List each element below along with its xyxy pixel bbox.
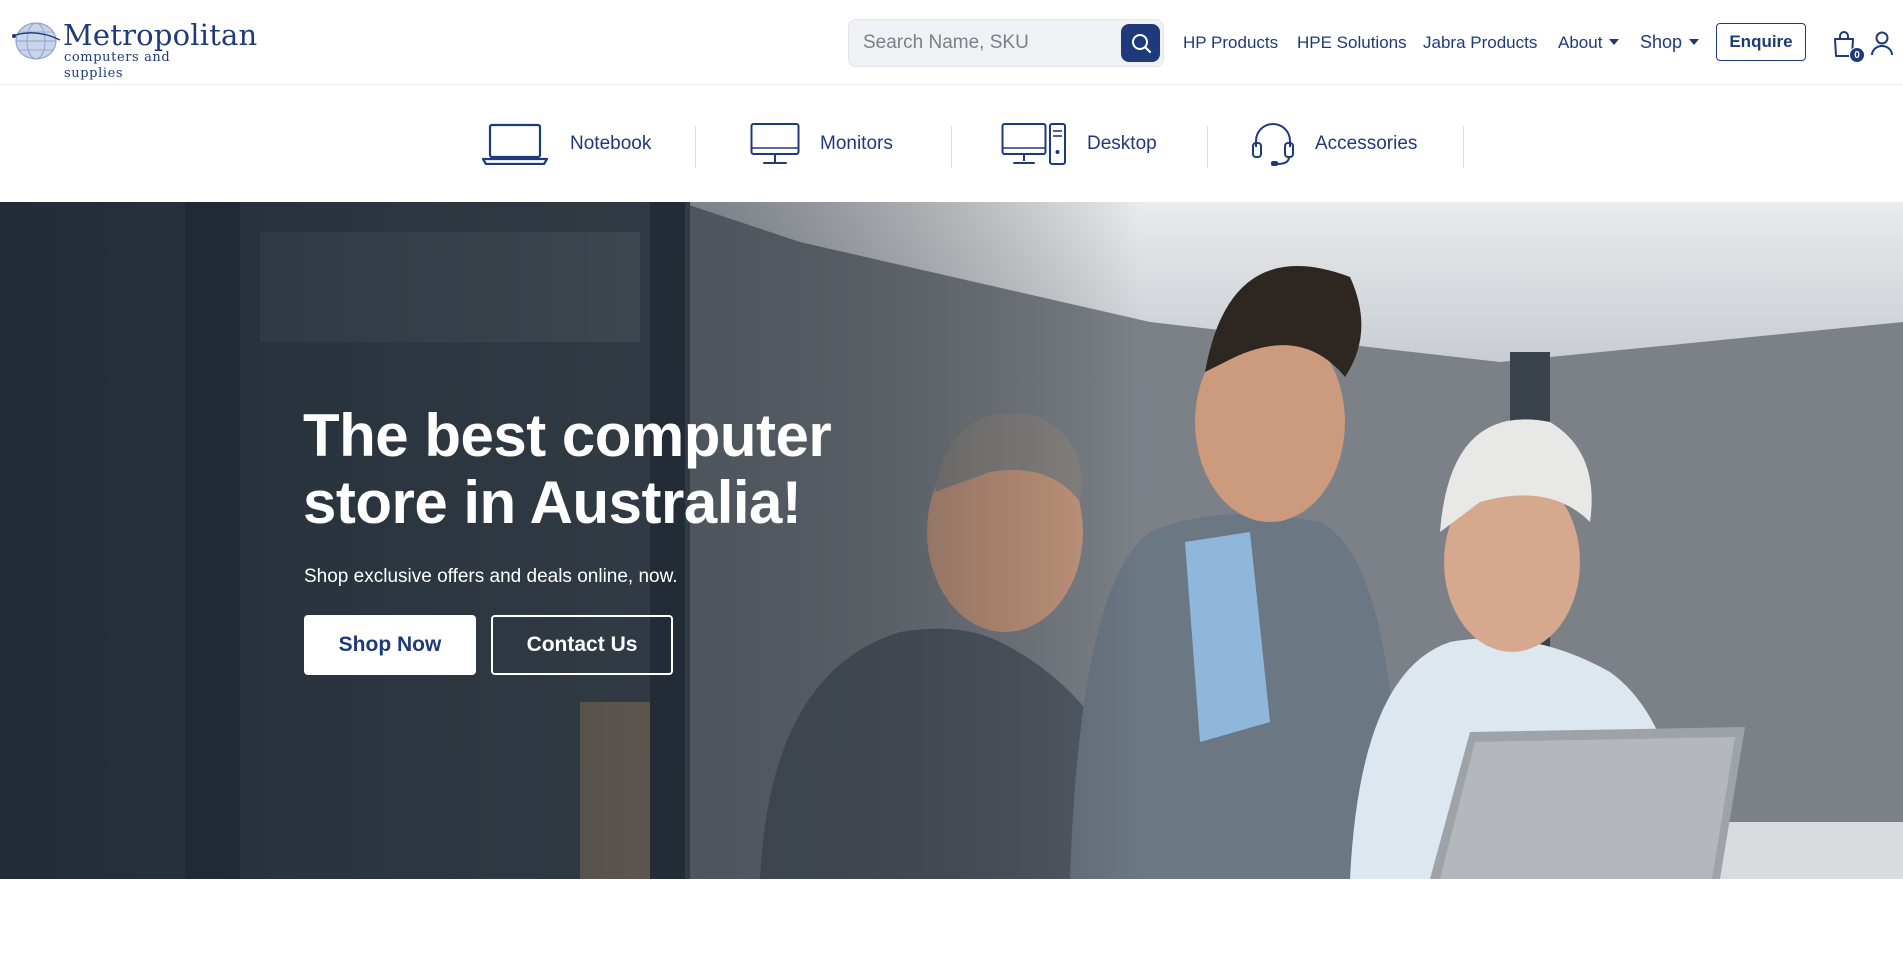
nav-about-dropdown[interactable]: About	[1558, 30, 1620, 56]
search-button[interactable]	[1121, 24, 1160, 62]
nav-shop-dropdown[interactable]: Shop	[1640, 29, 1700, 55]
category-desktop[interactable]: Desktop	[1001, 86, 1157, 202]
nav-about-label: About	[1558, 33, 1603, 52]
hero-title-line-2: store in Australia!	[303, 469, 802, 536]
search-input[interactable]	[863, 20, 1113, 66]
category-divider	[1207, 126, 1208, 168]
logo-wordmark: Metropolitan	[63, 18, 258, 52]
contact-us-button[interactable]: Contact Us	[491, 615, 673, 675]
category-bar: Notebook Monitors Desktop Accessories	[0, 86, 1903, 202]
nav-hpe-solutions[interactable]: HPE Solutions	[1297, 30, 1407, 56]
hero-photo	[0, 202, 1903, 879]
category-divider	[695, 126, 696, 168]
logo-tagline: computers and supplies	[64, 50, 171, 81]
enquire-button[interactable]: Enquire	[1716, 23, 1806, 61]
category-notebook[interactable]: Notebook	[482, 86, 651, 202]
nav-jabra-products[interactable]: Jabra Products	[1423, 30, 1537, 56]
hero-title: The best computer store in Australia!	[303, 402, 863, 536]
nav-hp-products[interactable]: HP Products	[1183, 30, 1278, 56]
category-label: Notebook	[570, 133, 652, 154]
site-header: Metropolitan computers and supplies HP P…	[0, 0, 1903, 85]
category-accessories[interactable]: Accessories	[1251, 86, 1417, 202]
category-divider	[1463, 126, 1464, 168]
chevron-down-icon	[1689, 39, 1700, 45]
category-divider	[951, 126, 952, 168]
account-button[interactable]	[1870, 30, 1896, 58]
search-icon	[1131, 34, 1151, 54]
site-logo[interactable]: Metropolitan computers and supplies	[12, 18, 257, 81]
category-label: Accessories	[1315, 133, 1418, 154]
category-label: Desktop	[1087, 133, 1157, 154]
user-icon	[1871, 31, 1893, 56]
chevron-down-icon	[1609, 39, 1620, 45]
cart-count-badge: 0	[1849, 47, 1865, 63]
monitor-icon	[750, 123, 800, 164]
globe-logo-icon	[12, 22, 61, 60]
hero-title-line-1: The best computer	[303, 402, 832, 469]
hero-banner: The best computer store in Australia! Sh…	[0, 202, 1903, 879]
category-monitors[interactable]: Monitors	[750, 86, 893, 202]
cart-button[interactable]: 0	[1832, 30, 1865, 66]
shop-now-button[interactable]: Shop Now	[304, 615, 476, 675]
desktop-icon	[1001, 123, 1066, 165]
laptop-icon	[482, 123, 548, 165]
headset-icon	[1252, 123, 1294, 166]
category-label: Monitors	[820, 133, 893, 154]
hero-subtitle: Shop exclusive offers and deals online, …	[304, 566, 678, 587]
search-bar	[848, 19, 1164, 67]
nav-shop-label: Shop	[1640, 32, 1683, 52]
